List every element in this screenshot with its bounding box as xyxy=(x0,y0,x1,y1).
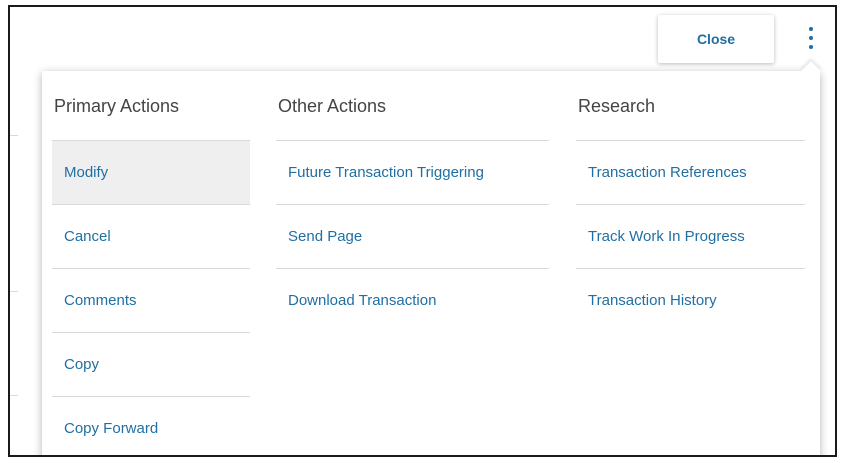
menu-column-primary-actions: Primary Actions Modify Cancel Comments C… xyxy=(52,71,250,455)
menu-item-future-transaction-triggering[interactable]: Future Transaction Triggering xyxy=(276,141,549,205)
menu-item-track-work-in-progress[interactable]: Track Work In Progress xyxy=(576,205,805,269)
menu-item-modify[interactable]: Modify xyxy=(52,141,250,205)
close-button[interactable]: Close xyxy=(658,15,774,63)
menu-item-comments[interactable]: Comments xyxy=(52,269,250,333)
menu-item-download-transaction[interactable]: Download Transaction xyxy=(276,269,549,333)
menu-item-copy[interactable]: Copy xyxy=(52,333,250,397)
menu-column-other-actions: Other Actions Future Transaction Trigger… xyxy=(276,71,549,333)
menu-column-title: Primary Actions xyxy=(52,71,250,141)
menu-item-send-page[interactable]: Send Page xyxy=(276,205,549,269)
actions-menu: Primary Actions Modify Cancel Comments C… xyxy=(42,61,821,455)
menu-item-cancel[interactable]: Cancel xyxy=(52,205,250,269)
background-row-divider xyxy=(10,135,18,136)
more-vertical-icon xyxy=(809,45,813,49)
background-row-divider xyxy=(10,291,18,292)
more-vertical-icon xyxy=(809,27,813,31)
more-vertical-icon xyxy=(809,36,813,40)
menu-column-title: Other Actions xyxy=(276,71,549,141)
application-frame: Close Primary Actions Modify Cancel Comm… xyxy=(8,5,837,457)
background-row-divider xyxy=(10,395,18,396)
menu-item-copy-forward[interactable]: Copy Forward xyxy=(52,397,250,455)
menu-column-title: Research xyxy=(576,71,805,141)
menu-item-transaction-references[interactable]: Transaction References xyxy=(576,141,805,205)
menu-column-research: Research Transaction References Track Wo… xyxy=(576,71,805,333)
menu-item-transaction-history[interactable]: Transaction History xyxy=(576,269,805,333)
more-options-button[interactable] xyxy=(798,18,824,58)
